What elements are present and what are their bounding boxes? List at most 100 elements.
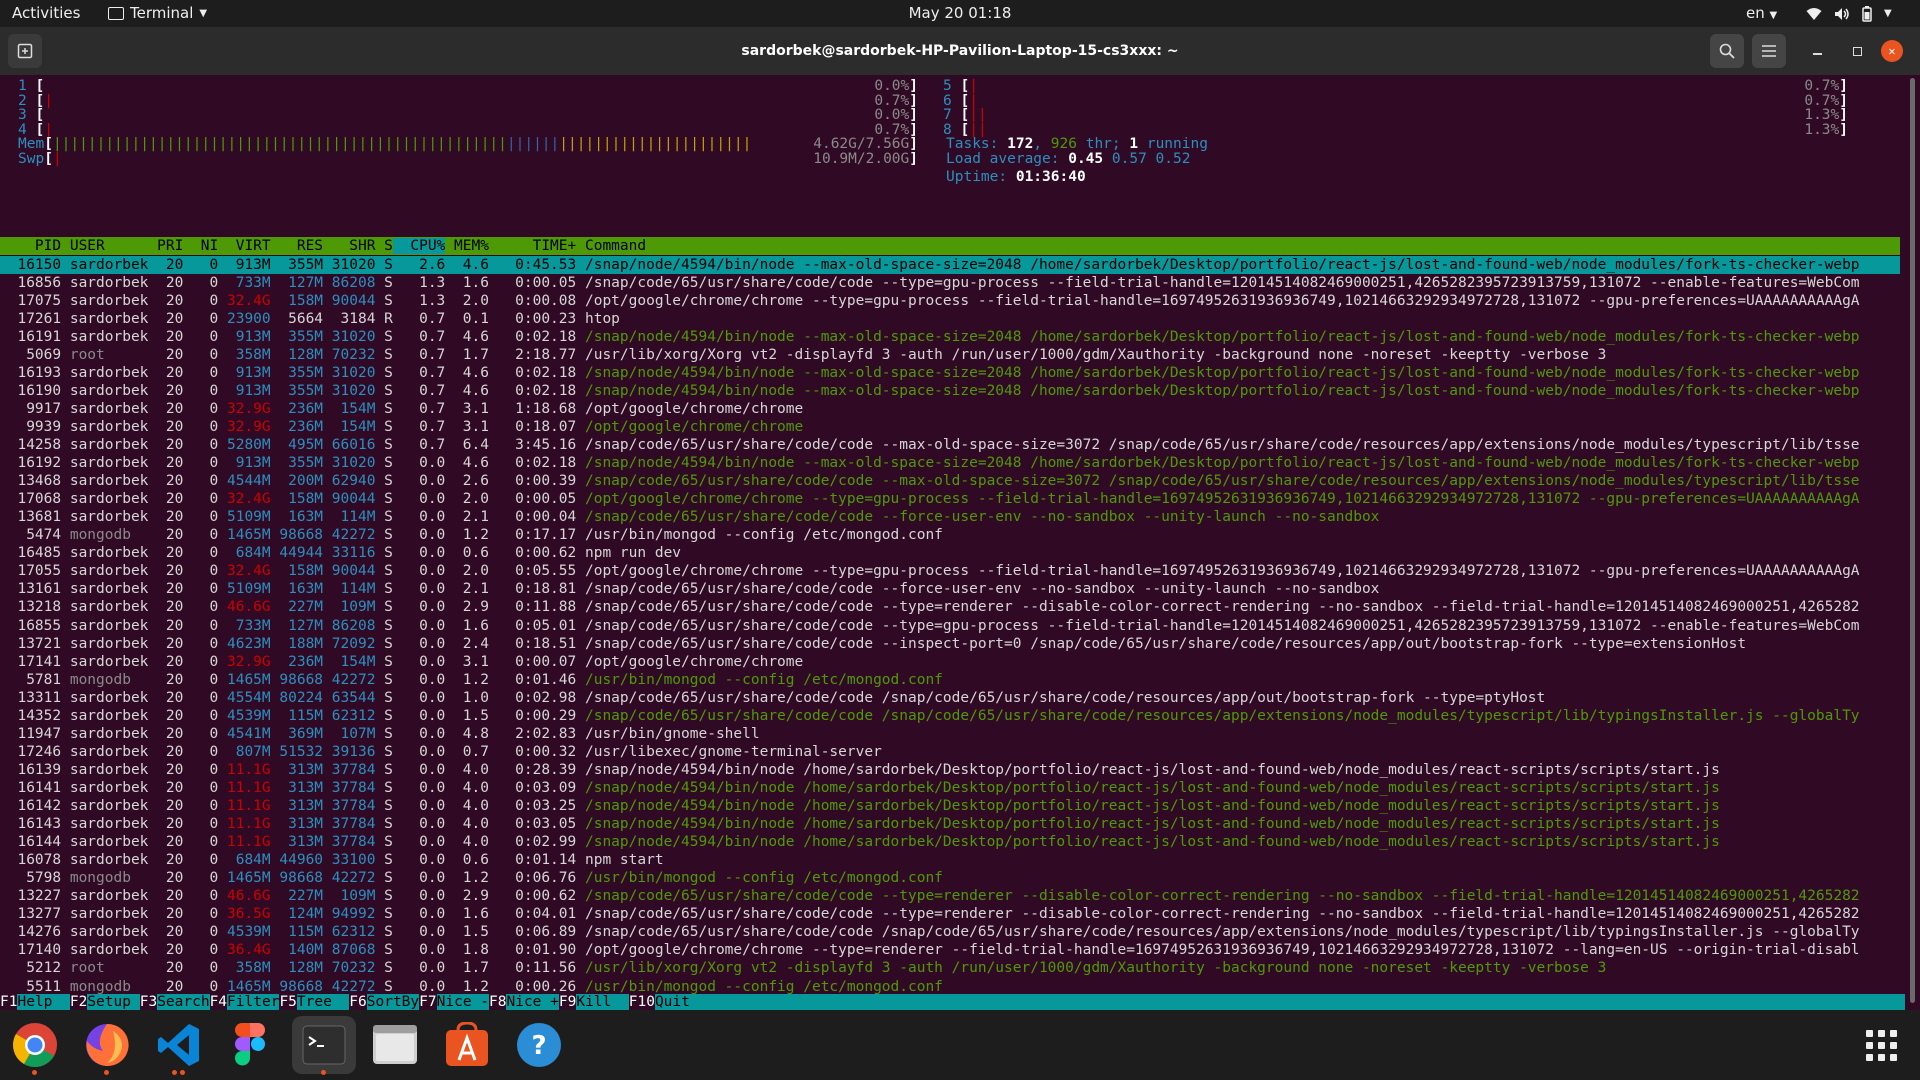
column-header-res[interactable]: RES (271, 238, 323, 254)
process-row[interactable]: 5798 mongodb 20 0 1465M 98668 42272 S 0.… (0, 869, 1900, 887)
column-header-cpu[interactable]: CPU% (392, 238, 446, 254)
terminal-view[interactable]: 1 [0.0%] 2 [| 0.7%] 3 [0.0%] 4 [| 0.7%] 5 [| 0.… (0, 75, 1905, 1010)
column-header-pid[interactable]: PID (0, 238, 61, 254)
cell-res: 313M (270, 816, 324, 833)
process-row[interactable]: 9917 sardorbek 20 0 32.9G 236M 154M S 0.… (0, 400, 1900, 418)
process-row[interactable]: 16139 sardorbek 20 0 11.1G 313M 37784 S … (0, 761, 1900, 779)
cell-time: 0:18.81 (488, 581, 577, 598)
process-row[interactable]: 16855 sardorbek 20 0 733M 127M 86208 S 0… (0, 617, 1900, 635)
dock-files[interactable] (368, 1018, 422, 1072)
dock-software[interactable] (440, 1018, 494, 1072)
column-header-command[interactable]: Command (576, 238, 646, 254)
grid-dot (1890, 1054, 1897, 1061)
process-row[interactable]: 5474 mongodb 20 0 1465M 98668 42272 S 0.… (0, 526, 1900, 544)
fkey-f7[interactable]: F7Nice - (419, 994, 490, 1010)
activities-button[interactable]: Activities (12, 0, 80, 27)
process-row[interactable]: 16190 sardorbek 20 0 913M 355M 31020 S 0… (0, 382, 1900, 400)
new-tab-button[interactable] (8, 34, 42, 68)
column-header-virt[interactable]: VIRT (218, 238, 271, 254)
process-row[interactable]: 16143 sardorbek 20 0 11.1G 313M 37784 S … (0, 815, 1900, 833)
process-row[interactable]: 17261 sardorbek 20 0 23900 5664 3184 R 0… (0, 310, 1900, 328)
process-row[interactable]: 13161 sardorbek 20 0 5109M 163M 114M S 0… (0, 580, 1900, 598)
process-row[interactable]: 11947 sardorbek 20 0 4541M 369M 107M S 0… (0, 725, 1900, 743)
cell-time: 0:17.17 (488, 527, 577, 544)
process-row[interactable]: 9939 sardorbek 20 0 32.9G 236M 154M S 0.… (0, 418, 1900, 436)
process-row[interactable]: 13277 sardorbek 20 0 36.5G 124M 94992 S … (0, 905, 1900, 923)
process-row[interactable]: 5781 mongodb 20 0 1465M 98668 42272 S 0.… (0, 671, 1900, 689)
process-row[interactable]: 16856 sardorbek 20 0 733M 127M 86208 S 1… (0, 274, 1900, 292)
process-row[interactable]: 17055 sardorbek 20 0 32.4G 158M 90044 S … (0, 562, 1900, 580)
process-row[interactable]: 13468 sardorbek 20 0 4544M 200M 62940 S … (0, 472, 1900, 490)
function-key-bar[interactable]: F1Help F2Setup F3SearchF4FilterF5Tree F6… (0, 993, 1905, 1010)
process-row[interactable]: 13311 sardorbek 20 0 4554M 80224 63544 S… (0, 689, 1900, 707)
process-row[interactable]: 16144 sardorbek 20 0 11.1G 313M 37784 S … (0, 833, 1900, 851)
process-row[interactable]: 5212 root 20 0 358M 128M 70232 S 0.0 1.7… (0, 959, 1900, 977)
column-header-time[interactable]: TIME+ (489, 238, 577, 254)
clock[interactable]: May 20 01:18 (909, 4, 1012, 22)
dock-help[interactable]: ? (512, 1018, 566, 1072)
fkey-f1[interactable]: F1Help (0, 994, 70, 1010)
terminal-scrollbar[interactable] (1910, 78, 1915, 1003)
cell-ni: 0 (183, 779, 219, 796)
cell-pid: 5798 (0, 870, 62, 887)
process-row-selected[interactable]: 16150 sardorbek 20 0 913M 355M 31020 S 2… (0, 255, 1900, 274)
search-button[interactable] (1710, 34, 1744, 68)
process-row[interactable]: 17246 sardorbek 20 0 807M 51532 39136 S … (0, 743, 1900, 761)
process-row[interactable]: 17141 sardorbek 20 0 32.9G 236M 154M S 0… (0, 653, 1900, 671)
process-row[interactable]: 14276 sardorbek 20 0 4539M 115M 62312 S … (0, 923, 1900, 941)
process-row[interactable]: 16078 sardorbek 20 0 684M 44960 33100 S … (0, 851, 1900, 869)
cell-mem: 2.0 (445, 563, 489, 580)
fkey-f9[interactable]: F9Kill (559, 994, 629, 1010)
app-menu[interactable]: Terminal ▼ (108, 0, 207, 27)
fkey-f6[interactable]: F6SortBy (349, 994, 420, 1010)
process-row[interactable]: 17075 sardorbek 20 0 32.4G 158M 90044 S … (0, 292, 1900, 310)
column-header-mem[interactable]: MEM% (445, 238, 489, 254)
cell-command: /usr/bin/mongod --config /etc/mongod.con… (576, 671, 943, 688)
dock-terminal[interactable] (292, 1016, 356, 1075)
process-table-header[interactable]: PID USER PRI NI VIRT RES SHR S CPU% MEM%… (0, 237, 1900, 255)
column-header-s[interactable]: S (375, 238, 393, 254)
input-language[interactable]: en ▼ (1746, 0, 1777, 27)
swap-value-wrap: 10.9M/2.00G] (813, 150, 918, 168)
process-row[interactable]: 16191 sardorbek 20 0 913M 355M 31020 S 0… (0, 328, 1900, 346)
system-tray[interactable]: ▼ (1806, 0, 1892, 27)
cell-time: 0:45.53 (488, 256, 577, 273)
cell-ni: 0 (183, 418, 219, 435)
process-row[interactable]: 16141 sardorbek 20 0 11.1G 313M 37784 S … (0, 779, 1900, 797)
process-row[interactable]: 5069 root 20 0 358M 128M 70232 S 0.7 1.7… (0, 346, 1900, 364)
process-row[interactable]: 13721 sardorbek 20 0 4623M 188M 72092 S … (0, 635, 1900, 653)
show-applications-button[interactable] (1866, 1030, 1898, 1062)
column-header-ni[interactable]: NI (183, 238, 218, 254)
process-row[interactable]: 13218 sardorbek 20 0 46.6G 227M 109M S 0… (0, 598, 1900, 616)
fkey-f8[interactable]: F8Nice + (489, 994, 559, 1010)
dock-figma[interactable] (224, 1018, 278, 1072)
fkey-f10[interactable]: F10Quit (629, 994, 690, 1010)
process-row[interactable]: 16193 sardorbek 20 0 913M 355M 31020 S 0… (0, 364, 1900, 382)
column-header-pri[interactable]: PRI (148, 238, 183, 254)
fkey-f3[interactable]: F3Search (140, 994, 210, 1010)
process-row[interactable]: 16192 sardorbek 20 0 913M 355M 31020 S 0… (0, 454, 1900, 472)
dock-vscode[interactable] (152, 1018, 206, 1075)
fkey-f2[interactable]: F2Setup (70, 994, 140, 1010)
cell-ni: 0 (183, 707, 219, 724)
process-row[interactable]: 13227 sardorbek 20 0 46.6G 227M 109M S 0… (0, 887, 1900, 905)
fkey-f5[interactable]: F5Tree (279, 994, 350, 1010)
grid-dot (1878, 1042, 1885, 1049)
dock-firefox[interactable] (80, 1018, 134, 1075)
dock-chrome[interactable] (8, 1018, 62, 1075)
process-row[interactable]: 13681 sardorbek 20 0 5109M 163M 114M S 0… (0, 508, 1900, 526)
column-header-shr[interactable]: SHR (323, 238, 375, 254)
minimize-button[interactable] (1800, 34, 1834, 68)
process-row[interactable]: 17068 sardorbek 20 0 32.4G 158M 90044 S … (0, 490, 1900, 508)
process-row[interactable]: 14258 sardorbek 20 0 5280M 495M 66016 S … (0, 436, 1900, 454)
process-row[interactable]: 17140 sardorbek 20 0 36.4G 140M 87068 S … (0, 941, 1900, 959)
process-row[interactable]: 16485 sardorbek 20 0 684M 44944 33116 S … (0, 544, 1900, 562)
maximize-button[interactable] (1840, 34, 1874, 68)
process-row[interactable]: 16142 sardorbek 20 0 11.1G 313M 37784 S … (0, 797, 1900, 815)
hamburger-menu-button[interactable] (1752, 34, 1786, 68)
fkey-f4[interactable]: F4Filter (210, 994, 280, 1010)
process-row[interactable]: 14352 sardorbek 20 0 4539M 115M 62312 S … (0, 707, 1900, 725)
column-header-user[interactable]: USER (61, 238, 148, 254)
close-button[interactable]: ✕ (1881, 40, 1903, 62)
cell-pri: 20 (148, 491, 184, 508)
